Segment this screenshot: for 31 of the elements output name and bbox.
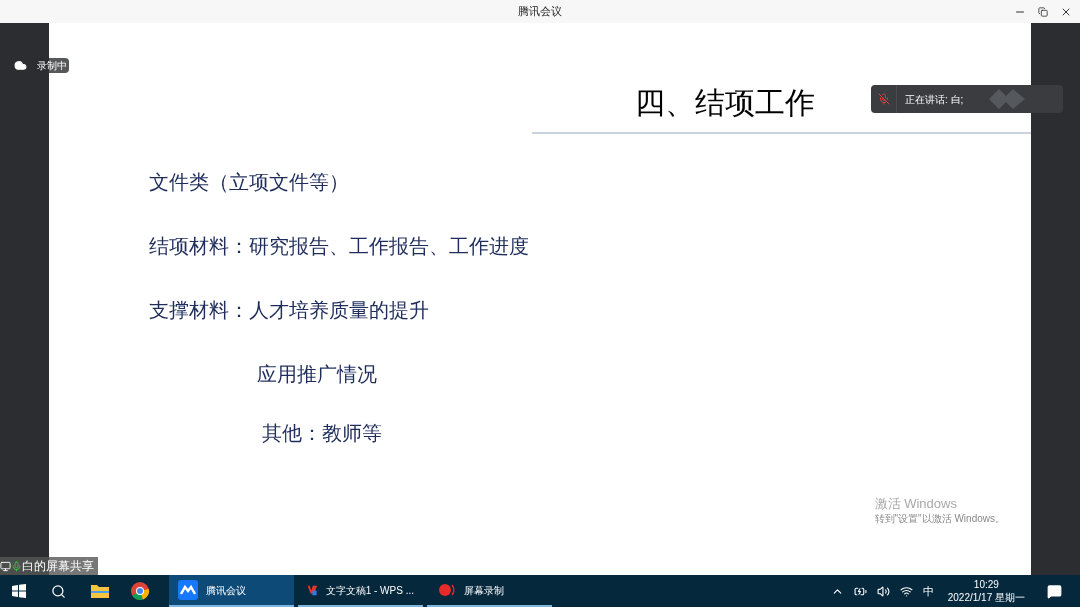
restore-icon[interactable] bbox=[1038, 6, 1048, 17]
search-icon[interactable] bbox=[51, 583, 66, 599]
screen-share-icon bbox=[0, 560, 11, 572]
slide-title: 四、结项工作 bbox=[635, 85, 815, 121]
window-title: 腾讯会议 bbox=[518, 4, 562, 20]
notification-icon[interactable] bbox=[1047, 583, 1062, 599]
clock-date: 2022/1/17 星期一 bbox=[947, 591, 1025, 604]
slide-text: 其他：教师等 bbox=[262, 422, 382, 444]
slide-text: 支撑材料：人才培养质量的提升 bbox=[149, 299, 429, 321]
activation-title: 激活 Windows bbox=[874, 496, 958, 512]
slide-text: 结项材料：研究报告、工作报告、工作进度 bbox=[149, 235, 529, 257]
folder-icon[interactable] bbox=[91, 583, 109, 599]
mic-icon bbox=[11, 560, 22, 572]
volume-icon[interactable] bbox=[876, 584, 890, 598]
recording-label: 录制中 bbox=[35, 58, 69, 73]
taskbar-app[interactable]: 屏幕录制 bbox=[427, 575, 552, 607]
taskbar-app[interactable]: 腾讯会议 bbox=[169, 575, 294, 607]
share-text: 白的屏幕共享 bbox=[22, 558, 94, 575]
diamond-shapes-icon bbox=[989, 89, 1026, 109]
browser-icon[interactable] bbox=[131, 582, 149, 600]
speaker-label: 正在讲话: 白; bbox=[905, 92, 964, 107]
input-method[interactable]: 中 bbox=[922, 582, 934, 600]
app-logo-icon bbox=[178, 580, 198, 600]
slide-text: 文件类（立项文件等） bbox=[149, 171, 349, 193]
cloud-icon bbox=[14, 59, 27, 72]
slide-text: 应用推广情况 bbox=[257, 363, 377, 385]
clock-time: 10:29 bbox=[973, 578, 999, 591]
windows-start-icon[interactable] bbox=[12, 584, 26, 598]
activation-hint: 转到"设置"以激活 Windows。 bbox=[874, 512, 1005, 525]
taskbar-app[interactable]: 文字文稿1 - WPS ... bbox=[298, 575, 423, 607]
wifi-icon[interactable] bbox=[899, 584, 913, 598]
